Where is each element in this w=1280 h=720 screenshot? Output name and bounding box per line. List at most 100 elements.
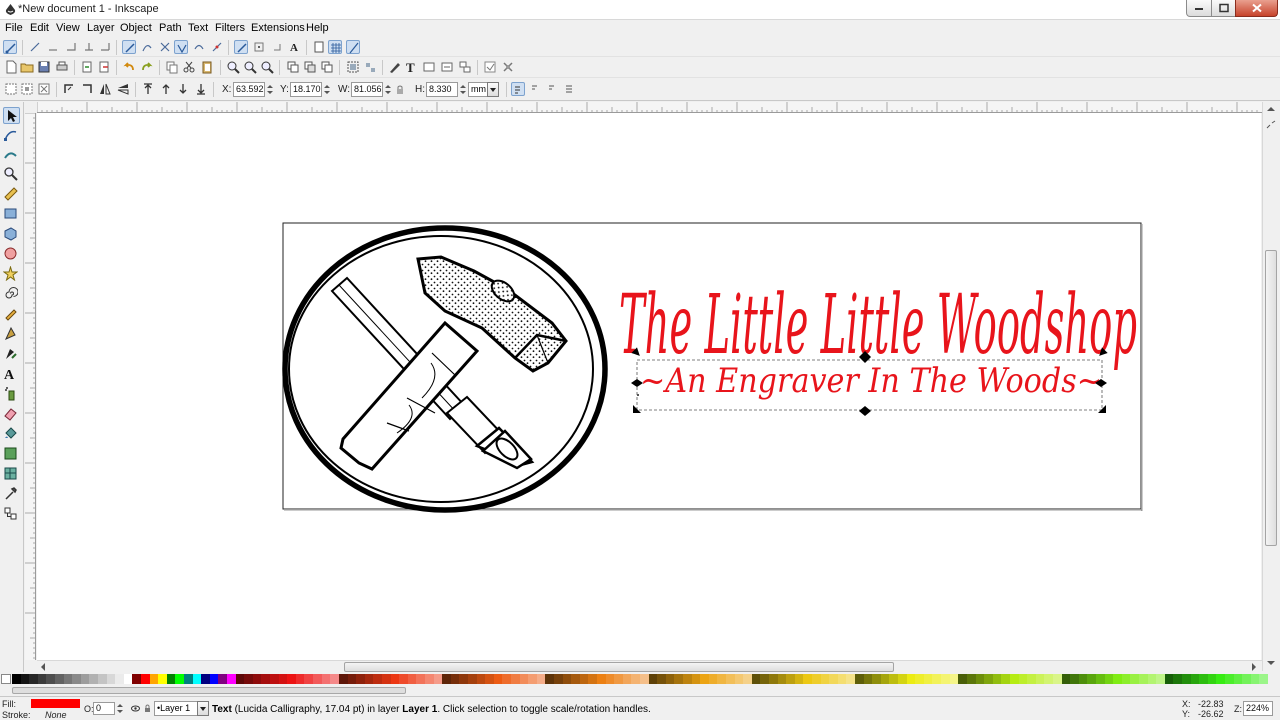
raise-to-top-button[interactable] bbox=[141, 82, 155, 96]
vertical-scroll-thumb[interactable] bbox=[1265, 250, 1277, 546]
text-font-button[interactable]: T bbox=[405, 60, 419, 74]
deselect-button[interactable] bbox=[37, 82, 51, 96]
redo-button[interactable] bbox=[140, 60, 154, 74]
save-button[interactable] bbox=[37, 60, 51, 74]
minimize-button[interactable] bbox=[1186, 0, 1212, 17]
unit-select[interactable]: mm bbox=[468, 82, 488, 97]
rectangle-tool[interactable] bbox=[3, 206, 20, 223]
flip-vertical-button[interactable] bbox=[116, 82, 130, 96]
width-input[interactable]: 81.056 bbox=[351, 82, 383, 97]
subtitle-text[interactable]: ~An Engraver In The Woods~ bbox=[640, 361, 1102, 401]
open-button[interactable] bbox=[20, 60, 34, 74]
zoom-drawing-button[interactable] bbox=[243, 60, 257, 74]
transform-button[interactable] bbox=[458, 60, 472, 74]
menu-edit[interactable]: Edit bbox=[30, 22, 49, 34]
vertical-ruler[interactable] bbox=[25, 113, 36, 660]
maximize-button[interactable] bbox=[1211, 0, 1236, 17]
bucket-fill-tool[interactable] bbox=[3, 426, 20, 443]
horizontal-ruler[interactable] bbox=[37, 102, 1262, 113]
color-swatch[interactable] bbox=[1259, 674, 1269, 684]
fill-swatch[interactable] bbox=[31, 699, 80, 708]
zoom-input[interactable]: 224% bbox=[1243, 701, 1273, 716]
lock-guides-icon[interactable] bbox=[1266, 120, 1276, 130]
menu-text[interactable]: Text bbox=[188, 22, 208, 34]
snap-smooth-button[interactable] bbox=[192, 40, 206, 54]
fill-stroke-button[interactable] bbox=[388, 60, 402, 74]
unit-dropdown-button[interactable] bbox=[487, 82, 499, 97]
menu-filters[interactable]: Filters bbox=[215, 22, 245, 34]
snap-bbox-button[interactable] bbox=[28, 40, 42, 54]
scale-stroke-button[interactable] bbox=[511, 82, 525, 96]
tweak-tool[interactable] bbox=[3, 146, 20, 163]
select-all-layers-button[interactable] bbox=[20, 82, 34, 96]
drawing-canvas[interactable]: The Little Little Woodshop ~An Engraver … bbox=[37, 113, 1261, 660]
export-button[interactable] bbox=[97, 60, 111, 74]
preferences-button[interactable] bbox=[483, 60, 497, 74]
document-properties-button[interactable] bbox=[501, 60, 515, 74]
unlink-clone-button[interactable] bbox=[320, 60, 334, 74]
gradient-tool[interactable] bbox=[3, 446, 20, 463]
scroll-down-icon[interactable] bbox=[1266, 658, 1276, 668]
lower-button[interactable] bbox=[176, 82, 190, 96]
palette-scrollbar[interactable] bbox=[0, 686, 1280, 696]
node-tool[interactable] bbox=[3, 127, 20, 144]
scroll-right-icon[interactable] bbox=[1249, 662, 1259, 672]
opacity-spin-arrows-icon[interactable] bbox=[116, 702, 124, 715]
snap-text-baseline-button[interactable]: A bbox=[288, 40, 302, 54]
height-spin-arrows-icon[interactable] bbox=[459, 82, 467, 97]
zoom-page-button[interactable] bbox=[260, 60, 274, 74]
snap-cusp-button[interactable] bbox=[174, 40, 188, 54]
3d-box-tool[interactable] bbox=[3, 226, 20, 243]
spray-tool[interactable] bbox=[3, 386, 20, 403]
move-gradients-button[interactable] bbox=[546, 82, 560, 96]
snap-page-border-button[interactable] bbox=[312, 40, 326, 54]
clone-button[interactable] bbox=[303, 60, 317, 74]
star-tool[interactable] bbox=[2, 265, 20, 283]
zoom-tool[interactable] bbox=[3, 166, 20, 183]
print-button[interactable] bbox=[55, 60, 69, 74]
paste-button[interactable] bbox=[200, 60, 214, 74]
scroll-up-icon[interactable] bbox=[1266, 104, 1276, 114]
vertical-scrollbar[interactable] bbox=[1262, 102, 1280, 671]
align-distribute-button[interactable] bbox=[440, 60, 454, 74]
padlock-icon[interactable] bbox=[144, 704, 151, 713]
stroke-value[interactable]: None bbox=[45, 710, 67, 720]
spiral-tool[interactable] bbox=[3, 286, 20, 303]
snap-enable-button[interactable] bbox=[3, 40, 17, 54]
import-button[interactable] bbox=[80, 60, 94, 74]
undo-button[interactable] bbox=[122, 60, 136, 74]
scroll-left-icon[interactable] bbox=[38, 662, 48, 672]
width-spin-arrows-icon[interactable] bbox=[384, 82, 392, 97]
snap-bbox-mid-button[interactable] bbox=[82, 40, 96, 54]
cut-button[interactable] bbox=[182, 60, 196, 74]
xml-editor-button[interactable] bbox=[422, 60, 436, 74]
layer-dropdown-button[interactable] bbox=[197, 701, 209, 716]
flip-horizontal-button[interactable] bbox=[98, 82, 112, 96]
scale-corners-button[interactable] bbox=[529, 82, 543, 96]
select-all-button[interactable] bbox=[4, 82, 18, 96]
snap-rotation-center-button[interactable] bbox=[270, 40, 284, 54]
rotate-cw-button[interactable] bbox=[80, 82, 94, 96]
move-patterns-button[interactable] bbox=[563, 82, 577, 96]
rotate-ccw-button[interactable] bbox=[62, 82, 76, 96]
layer-select[interactable]: •Layer 1 bbox=[154, 701, 198, 716]
eye-icon[interactable] bbox=[131, 705, 140, 712]
menu-object[interactable]: Object bbox=[120, 22, 152, 34]
x-spin-arrows-icon[interactable] bbox=[266, 82, 274, 97]
menu-file[interactable]: File bbox=[5, 22, 23, 34]
snap-bbox-edge-button[interactable] bbox=[46, 40, 60, 54]
y-input[interactable]: 18.170 bbox=[290, 82, 322, 97]
measure-tool[interactable] bbox=[3, 186, 20, 203]
horizontal-scroll-thumb[interactable] bbox=[344, 662, 894, 672]
snap-bbox-center-button[interactable] bbox=[98, 40, 112, 54]
menu-extensions[interactable]: Extensions bbox=[251, 22, 305, 34]
snap-bbox-corner-button[interactable] bbox=[64, 40, 78, 54]
close-button[interactable] bbox=[1235, 0, 1278, 17]
ungroup-button[interactable] bbox=[363, 60, 377, 74]
connector-tool[interactable] bbox=[3, 506, 20, 523]
y-spin-arrows-icon[interactable] bbox=[323, 82, 331, 97]
snap-guides-button[interactable] bbox=[346, 40, 360, 54]
snap-midpoint-button[interactable] bbox=[210, 40, 224, 54]
lower-to-bottom-button[interactable] bbox=[194, 82, 208, 96]
height-input[interactable]: 8.330 bbox=[426, 82, 458, 97]
